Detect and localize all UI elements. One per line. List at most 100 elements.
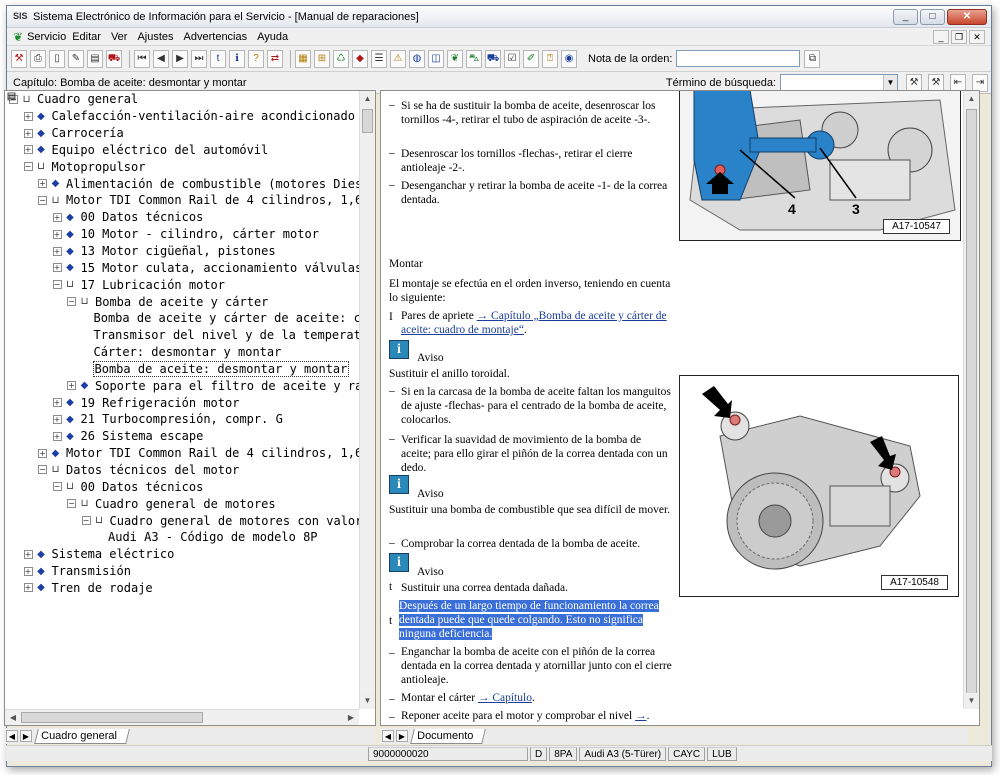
swap-icon[interactable]: ⇄ xyxy=(267,49,283,68)
tree-item[interactable]: − ⊔ Motopropulsor xyxy=(5,158,375,175)
mdi-restore-button[interactable]: ❐ xyxy=(951,29,967,44)
tree-item[interactable]: + ◆ Carrocería xyxy=(5,125,375,142)
wiring-icon[interactable]: ⊞ xyxy=(314,49,330,68)
minimize-button[interactable]: _ xyxy=(893,8,918,25)
bucket-icon[interactable]: ◫ xyxy=(428,49,444,68)
tree-item[interactable]: + ◆ 26 Sistema escape xyxy=(5,428,375,445)
expand-icon[interactable]: + xyxy=(23,128,33,138)
diagnosis-icon[interactable]: ♺ xyxy=(333,49,349,68)
disc-icon[interactable]: ◉ xyxy=(561,49,577,68)
figure-oil-pump-top[interactable]: 4 3 A17-10547 xyxy=(679,91,961,241)
tree-item[interactable]: − ⊔ Cuadro general de motores xyxy=(5,495,375,512)
tree-item[interactable]: − ⊔ 17 Lubricación motor xyxy=(5,276,375,293)
previous-page-icon[interactable]: ◀ xyxy=(153,49,169,68)
menu-advertencias[interactable]: Advertencias xyxy=(184,31,248,43)
tree-item[interactable]: + ◆ Motor TDI Common Rail de 4 cilindros, … xyxy=(5,445,375,462)
info-icon[interactable]: ℹ xyxy=(229,49,245,68)
next-page-icon[interactable]: ▶ xyxy=(172,49,188,68)
print-icon[interactable]: ⎙ xyxy=(30,49,46,68)
tab-documento[interactable]: Documento xyxy=(410,728,487,744)
first-page-icon[interactable]: ⏮ xyxy=(134,49,150,68)
expand-icon[interactable]: + xyxy=(23,583,33,593)
tree-item[interactable]: + ◆ Calefacción-ventilación-aire acondicio… xyxy=(5,108,375,125)
collapse-icon[interactable]: − xyxy=(23,162,33,172)
carter-chapter-link[interactable]: → Capítulo xyxy=(478,692,532,704)
tree-item[interactable]: + ◆ Alimentación de combustible (motores D… xyxy=(5,175,375,192)
menu-ajustes[interactable]: Ajustes xyxy=(137,31,173,43)
expand-icon[interactable]: + xyxy=(38,179,47,189)
order-note-input[interactable] xyxy=(676,50,801,67)
tab-prev-icon[interactable]: ◀ xyxy=(6,730,18,742)
tree-item[interactable]: + ◆ 15 Motor culata, accionamiento válvula… xyxy=(5,259,375,276)
mdi-close-button[interactable]: ✕ xyxy=(969,29,985,44)
tree-item[interactable]: + ◆ 13 Motor cigüeñal, pistones xyxy=(5,243,375,260)
tree-item[interactable]: − ⊔ Datos técnicos del motor xyxy=(5,462,375,479)
new-document-icon[interactable]: ▯ xyxy=(49,49,65,68)
scroll-thumb[interactable] xyxy=(362,109,373,133)
tree-item[interactable]: ▤ Bomba de aceite y cárter de aceite: cua… xyxy=(5,91,375,327)
tree-item[interactable]: − ⊔ Bomba de aceite y cárter xyxy=(5,293,375,310)
tree-item[interactable]: − ⊔ Cuadro general de motores con valor xyxy=(5,512,375,529)
scroll-right-icon[interactable]: ▶ xyxy=(343,710,359,725)
tree-item[interactable]: + ◆ 10 Motor - cilindro, cárter motor xyxy=(5,226,375,243)
scroll-down-icon[interactable]: ▼ xyxy=(964,693,979,709)
menu-editar[interactable]: Editar xyxy=(72,31,101,43)
scroll-down-icon[interactable]: ▼ xyxy=(360,693,375,709)
expand-icon[interactable]: + xyxy=(67,381,76,391)
expand-icon[interactable]: + xyxy=(23,145,33,155)
menu-servicio[interactable]: ❦ Servicio xyxy=(13,30,66,44)
truck-icon[interactable]: ⛟ xyxy=(485,49,501,68)
search-clear-icon[interactable]: ⚒ xyxy=(928,73,944,92)
document-search-icon[interactable]: ▤ xyxy=(87,49,103,68)
collapse-icon[interactable]: − xyxy=(38,195,47,205)
scroll-left-icon[interactable]: ◀ xyxy=(5,710,21,725)
expand-icon[interactable]: + xyxy=(52,414,62,424)
menu-ayuda[interactable]: Ayuda xyxy=(257,31,288,43)
collapse-icon[interactable]: − xyxy=(52,280,62,290)
collapse-icon[interactable]: − xyxy=(67,297,76,307)
expand-icon[interactable]: + xyxy=(52,212,62,222)
tab-cuadro-general[interactable]: Cuadro general xyxy=(34,728,130,744)
warning-icon[interactable]: ⚠ xyxy=(390,49,406,68)
expand-icon[interactable]: + xyxy=(52,431,62,441)
search-tools-icon[interactable]: ⚒ xyxy=(906,73,922,92)
tree-horizontal-scrollbar[interactable]: ◀ ▶ xyxy=(5,709,359,725)
scroll-up-icon[interactable]: ▲ xyxy=(964,91,979,107)
scroll-thumb[interactable] xyxy=(21,712,203,723)
list-icon[interactable]: ☰ xyxy=(371,49,387,68)
collapse-icon[interactable]: − xyxy=(67,499,76,509)
expand-icon[interactable]: + xyxy=(38,448,47,458)
tree-item[interactable]: − ⊔ Motor TDI Common Rail de 4 cilindros, … xyxy=(5,192,375,209)
tree-item[interactable]: + ◆ Tren de rodaje xyxy=(5,579,375,596)
question-doc-icon[interactable]: ⍰ xyxy=(542,49,558,68)
selected-note[interactable]: Después de un largo tiempo de funcionami… xyxy=(399,599,661,642)
expand-icon[interactable]: + xyxy=(52,263,62,273)
figure-oil-pump-housing[interactable]: A17-10548 xyxy=(679,375,959,597)
tab-next-icon[interactable]: ▶ xyxy=(396,730,408,742)
mdi-minimize-button[interactable]: _ xyxy=(933,29,949,44)
expand-icon[interactable]: + xyxy=(23,549,33,559)
expand-icon[interactable]: + xyxy=(23,111,33,121)
vehicle-icon[interactable]: ⛍ xyxy=(466,49,482,68)
oil-level-link[interactable]: → xyxy=(635,710,647,722)
tree-item[interactable]: ▤ Cárter: desmontar y montar xyxy=(5,91,375,361)
checklist-icon[interactable]: ☑ xyxy=(504,49,520,68)
document-vertical-scrollbar[interactable]: ▲ ▼ xyxy=(963,91,979,709)
tools-icon[interactable]: ⚒ xyxy=(11,49,27,68)
globe-icon[interactable]: ◍ xyxy=(409,49,425,68)
tree-vertical-scrollbar[interactable]: ▲ ▼ xyxy=(359,91,375,709)
maximize-button[interactable]: □ xyxy=(920,8,945,25)
manual-icon[interactable]: ▦ xyxy=(295,49,311,68)
tree-item[interactable]: ▤ Transmisor del nivel y de la temperatur… xyxy=(5,91,375,344)
parts-icon[interactable]: ◆ xyxy=(352,49,368,68)
tree-item[interactable]: + ◆ Transmisión xyxy=(5,563,375,580)
collapse-icon[interactable]: − xyxy=(38,465,47,475)
tab-next-icon[interactable]: ▶ xyxy=(20,730,32,742)
tab-prev-icon[interactable]: ◀ xyxy=(382,730,394,742)
tree-item[interactable]: ▤ Audi A3 - Código de modelo 8P xyxy=(5,91,375,546)
pen-icon[interactable]: ✐ xyxy=(523,49,539,68)
expand-icon[interactable]: + xyxy=(52,229,62,239)
menu-ver[interactable]: Ver xyxy=(111,31,128,43)
last-page-icon[interactable]: ⏭ xyxy=(191,49,207,68)
edit-document-icon[interactable]: ✎ xyxy=(68,49,84,68)
